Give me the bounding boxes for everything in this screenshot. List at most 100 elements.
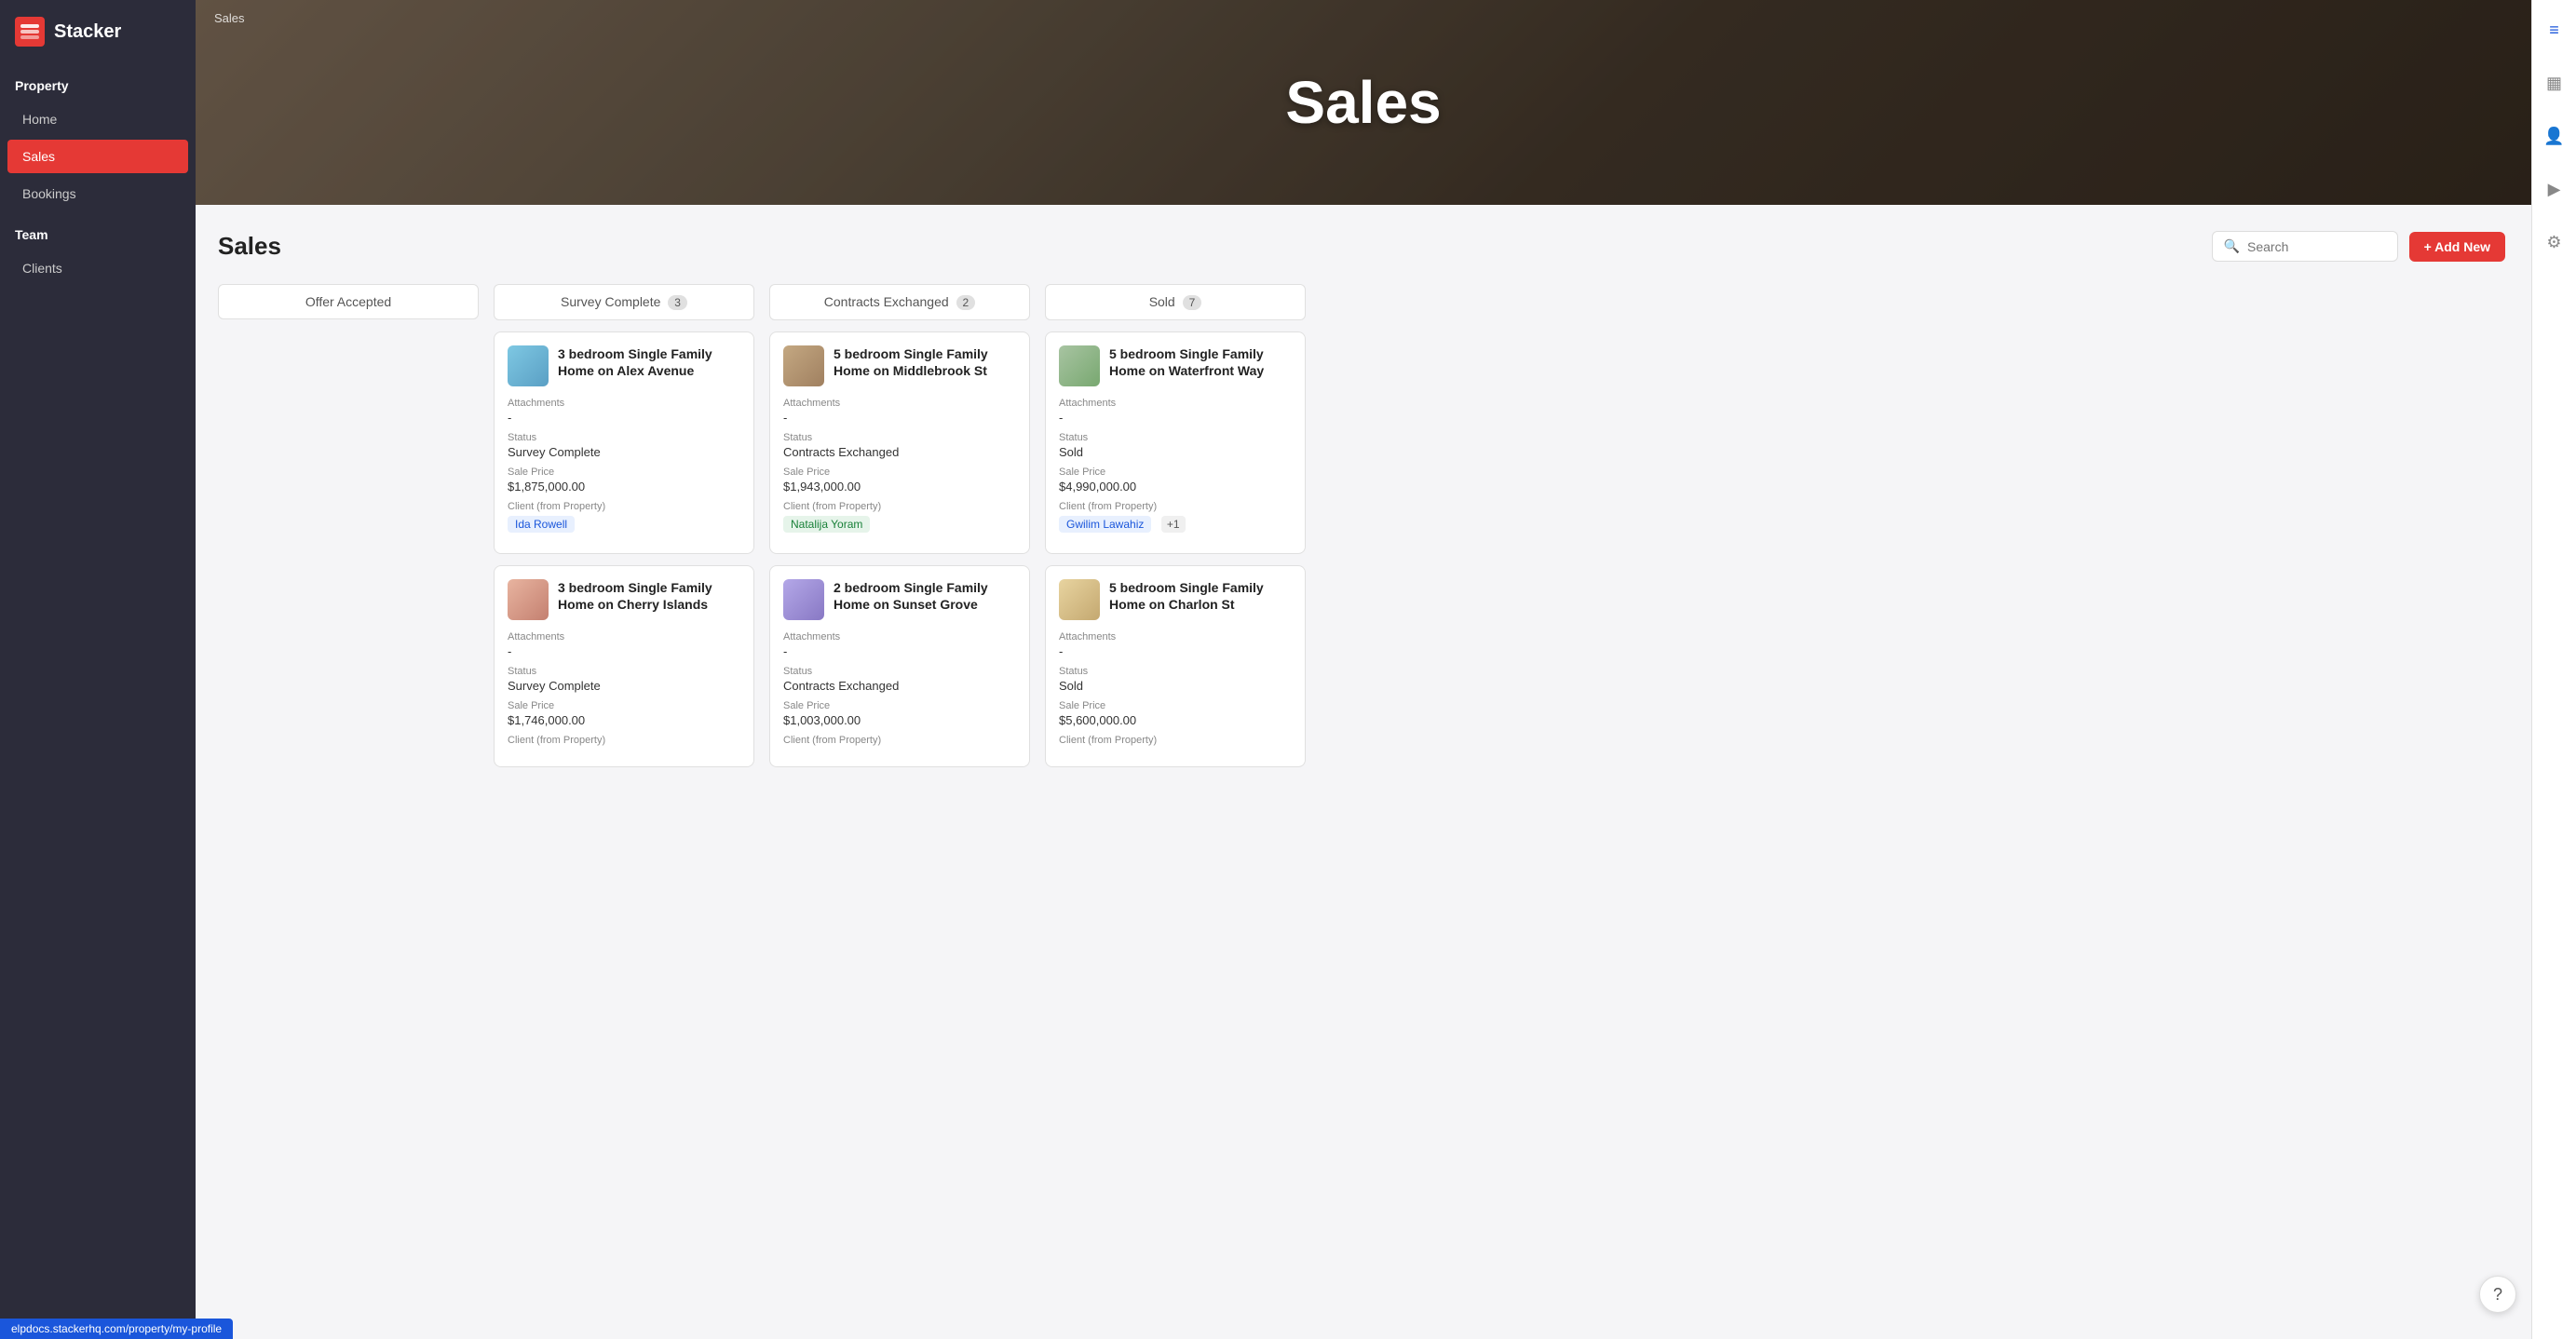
sidebar-item-bookings[interactable]: Bookings	[7, 177, 188, 210]
card-field-status-cherry: Status Survey Complete	[508, 666, 740, 693]
card-field-price-waterfront: Sale Price $4,990,000.00	[1059, 467, 1292, 494]
sidebar-item-bookings-label: Bookings	[22, 186, 76, 201]
card-charlon-st[interactable]: 5 bedroom Single Family Home on Charlon …	[1045, 565, 1306, 767]
column-contracts-exchanged: Contracts Exchanged 2 5 bedroom Single F…	[769, 284, 1030, 767]
hero-title: Sales	[1285, 68, 1441, 137]
card-thumbnail-charlon	[1059, 579, 1100, 620]
property-section-label: Property	[0, 63, 196, 101]
right-toolbar: ≡ ▦ 👤 ▶ ⚙	[2531, 0, 2576, 1339]
card-field-attachments-alex: Attachments -	[508, 398, 740, 425]
filter-icon[interactable]: ≡	[2543, 15, 2565, 46]
card-field-attachments-charlon: Attachments -	[1059, 631, 1292, 658]
column-label-contracts-exchanged: Contracts Exchanged	[824, 294, 949, 309]
card-field-status-sunset: Status Contracts Exchanged	[783, 666, 1016, 693]
card-field-price-sunset: Sale Price $1,003,000.00	[783, 700, 1016, 727]
sidebar: Stacker Property Home Sales Bookings Tea…	[0, 0, 196, 1339]
card-thumbnail-waterfront	[1059, 345, 1100, 386]
card-field-client-charlon: Client (from Property)	[1059, 735, 1292, 746]
settings-icon[interactable]: ⚙	[2541, 227, 2567, 258]
card-top-charlon: 5 bedroom Single Family Home on Charlon …	[1059, 579, 1292, 620]
card-title-middlebrook: 5 bedroom Single Family Home on Middlebr…	[834, 345, 1016, 386]
column-header-offer-accepted: Offer Accepted	[218, 284, 479, 319]
column-label-survey-complete: Survey Complete	[561, 294, 660, 309]
card-field-client-sunset: Client (from Property)	[783, 735, 1016, 746]
sidebar-item-sales-label: Sales	[22, 149, 55, 164]
column-offer-accepted: Offer Accepted	[218, 284, 479, 767]
sidebar-item-home[interactable]: Home	[7, 102, 188, 136]
column-survey-complete: Survey Complete 3 3 bedroom Single Famil…	[494, 284, 754, 767]
card-field-price-middlebrook: Sale Price $1,943,000.00	[783, 467, 1016, 494]
hero-banner: Sales Sales	[196, 0, 2531, 205]
card-thumbnail-alex	[508, 345, 549, 386]
content-header: Sales 🔍 + Add New	[218, 231, 2505, 262]
card-waterfront-way[interactable]: 5 bedroom Single Family Home on Waterfro…	[1045, 331, 1306, 554]
card-top-middlebrook: 5 bedroom Single Family Home on Middlebr…	[783, 345, 1016, 386]
add-new-button[interactable]: + Add New	[2409, 232, 2505, 262]
page-title: Sales	[218, 232, 281, 261]
sidebar-item-sales[interactable]: Sales	[7, 140, 188, 173]
card-alex-avenue[interactable]: 3 bedroom Single Family Home on Alex Ave…	[494, 331, 754, 554]
card-top-alex: 3 bedroom Single Family Home on Alex Ave…	[508, 345, 740, 386]
sidebar-item-home-label: Home	[22, 112, 57, 127]
search-icon: 🔍	[2224, 238, 2240, 254]
kanban-board: Offer Accepted Survey Complete 3 3 bedro…	[218, 284, 2505, 782]
header-actions: 🔍 + Add New	[2212, 231, 2505, 262]
breadcrumb: Sales	[214, 11, 245, 25]
card-field-client-alex: Client (from Property) Ida Rowell	[508, 501, 740, 533]
url-bar: elpdocs.stackerhq.com/property/my-profil…	[0, 1319, 233, 1339]
column-label-sold: Sold	[1149, 294, 1175, 309]
help-button[interactable]: ?	[2479, 1276, 2516, 1313]
card-field-attachments-middlebrook: Attachments -	[783, 398, 1016, 425]
card-field-status-middlebrook: Status Contracts Exchanged	[783, 432, 1016, 459]
card-top-sunset: 2 bedroom Single Family Home on Sunset G…	[783, 579, 1016, 620]
card-title-sunset: 2 bedroom Single Family Home on Sunset G…	[834, 579, 1016, 620]
calendar-icon[interactable]: ▦	[2541, 68, 2568, 99]
card-field-price-alex: Sale Price $1,875,000.00	[508, 467, 740, 494]
team-section-label: Team	[0, 212, 196, 250]
card-sunset-grove[interactable]: 2 bedroom Single Family Home on Sunset G…	[769, 565, 1030, 767]
search-box[interactable]: 🔍	[2212, 231, 2398, 262]
card-field-status-charlon: Status Sold	[1059, 666, 1292, 693]
card-cherry-islands[interactable]: 3 bedroom Single Family Home on Cherry I…	[494, 565, 754, 767]
card-title-waterfront: 5 bedroom Single Family Home on Waterfro…	[1109, 345, 1292, 386]
card-title-charlon: 5 bedroom Single Family Home on Charlon …	[1109, 579, 1292, 620]
main-content: Sales Sales Sales 🔍 + Add New Offer Acce…	[196, 0, 2531, 1339]
card-top-cherry: 3 bedroom Single Family Home on Cherry I…	[508, 579, 740, 620]
client-tag-gwilim[interactable]: Gwilim Lawahiz	[1059, 516, 1151, 533]
column-label-offer-accepted: Offer Accepted	[305, 294, 391, 309]
card-field-client-cherry: Client (from Property)	[508, 735, 740, 746]
card-top-waterfront: 5 bedroom Single Family Home on Waterfro…	[1059, 345, 1292, 386]
card-field-client-waterfront: Client (from Property) Gwilim Lawahiz +1	[1059, 501, 1292, 533]
card-field-attachments-cherry: Attachments -	[508, 631, 740, 658]
card-title-cherry: 3 bedroom Single Family Home on Cherry I…	[558, 579, 740, 620]
card-middlebrook-st[interactable]: 5 bedroom Single Family Home on Middlebr…	[769, 331, 1030, 554]
column-badge-survey-complete: 3	[668, 295, 687, 310]
column-header-contracts-exchanged: Contracts Exchanged 2	[769, 284, 1030, 320]
client-extra-count-waterfront: +1	[1161, 516, 1186, 533]
card-field-client-middlebrook: Client (from Property) Natalija Yoram	[783, 501, 1016, 533]
column-badge-sold: 7	[1183, 295, 1202, 310]
content-area: Sales 🔍 + Add New Offer Accepted Surve	[196, 205, 2531, 1339]
card-field-attachments-sunset: Attachments -	[783, 631, 1016, 658]
card-field-attachments-waterfront: Attachments -	[1059, 398, 1292, 425]
card-thumbnail-middlebrook	[783, 345, 824, 386]
card-field-status-alex: Status Survey Complete	[508, 432, 740, 459]
client-tag-ida-rowell[interactable]: Ida Rowell	[508, 516, 575, 533]
card-field-status-waterfront: Status Sold	[1059, 432, 1292, 459]
card-thumbnail-cherry	[508, 579, 549, 620]
column-header-sold: Sold 7	[1045, 284, 1306, 320]
logo: Stacker	[0, 0, 196, 63]
logo-text: Stacker	[54, 21, 121, 43]
person-icon[interactable]: 👤	[2538, 121, 2569, 152]
sidebar-item-clients-label: Clients	[22, 261, 62, 276]
client-tag-natalija[interactable]: Natalija Yoram	[783, 516, 870, 533]
card-title-alex: 3 bedroom Single Family Home on Alex Ave…	[558, 345, 740, 386]
sidebar-item-clients[interactable]: Clients	[7, 251, 188, 285]
column-badge-contracts-exchanged: 2	[956, 295, 976, 310]
stacker-logo-icon	[15, 17, 45, 47]
column-sold: Sold 7 5 bedroom Single Family Home on W…	[1045, 284, 1306, 767]
card-thumbnail-sunset	[783, 579, 824, 620]
card-field-price-cherry: Sale Price $1,746,000.00	[508, 700, 740, 727]
play-icon[interactable]: ▶	[2542, 174, 2567, 205]
search-input[interactable]	[2247, 239, 2386, 254]
